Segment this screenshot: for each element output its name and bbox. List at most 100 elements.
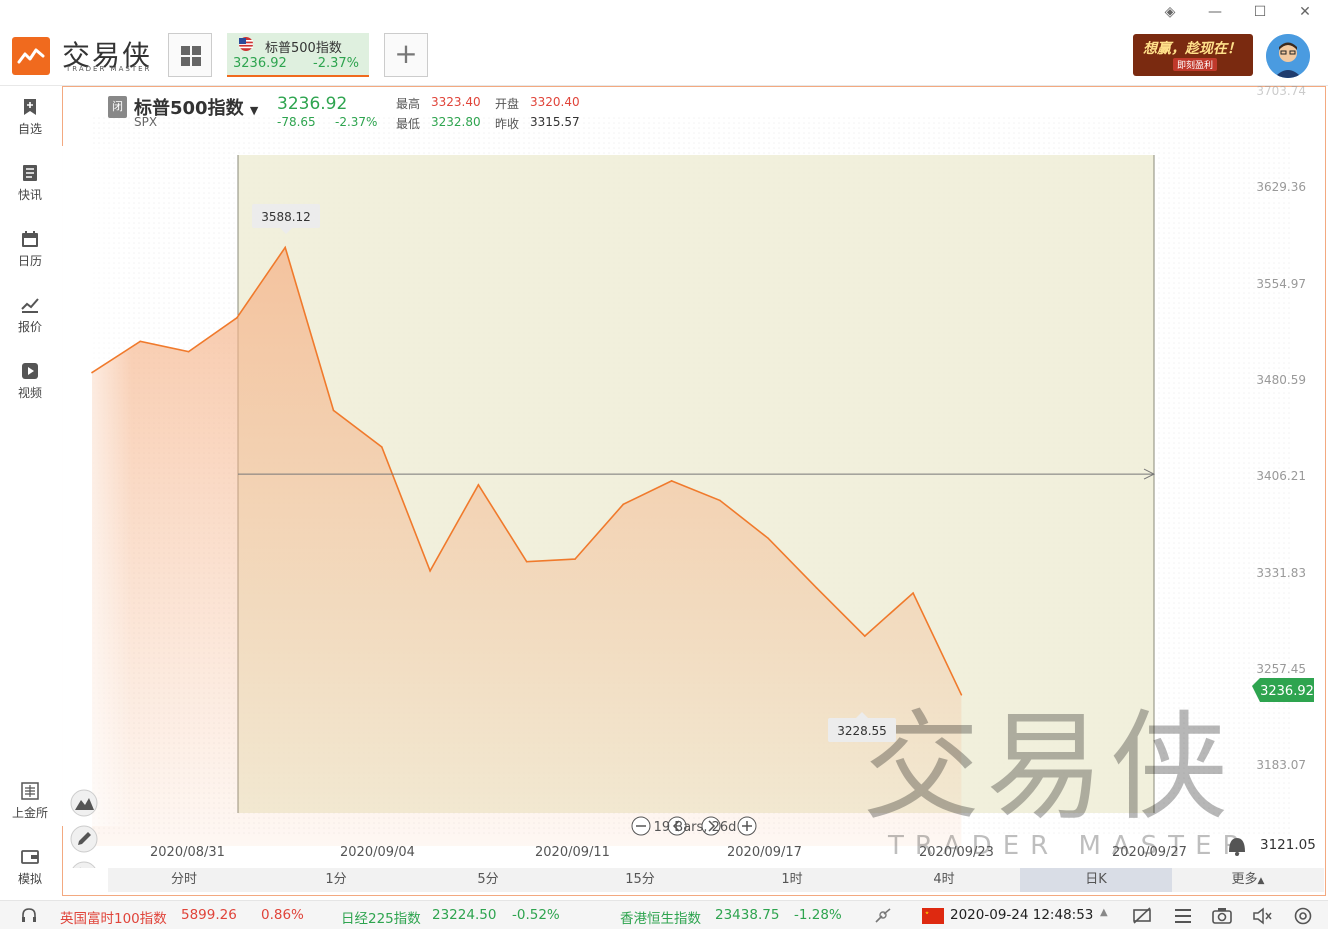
us-flag-icon bbox=[239, 37, 253, 51]
y-tick: 3703.74 bbox=[1256, 84, 1306, 98]
data-point bbox=[525, 560, 528, 563]
symbol-change: -78.65 bbox=[277, 115, 316, 129]
tab-timeframe-tick[interactable]: 分时 bbox=[108, 868, 260, 892]
low-value: 3232.80 bbox=[431, 115, 481, 129]
skin-icon[interactable]: ◈ bbox=[1160, 4, 1180, 20]
tab-spx-change: -2.37% bbox=[313, 56, 359, 71]
mountain-chart-icon[interactable] bbox=[70, 789, 98, 817]
x-tick: 2020/08/31 bbox=[150, 845, 225, 860]
timeframe-bar: 分时 1分 5分 15分 1时 4时 日K 更多▲ bbox=[108, 868, 1324, 892]
data-point bbox=[815, 587, 818, 589]
promo-title: 想赢，趁现在！ bbox=[1143, 41, 1241, 57]
data-point bbox=[912, 592, 914, 594]
market-ticker-bar: 英国富时100指数 5899.26 0.86% 日经225指数 23224.50… bbox=[0, 900, 1328, 929]
last-price-label: 3236.92 bbox=[1260, 684, 1314, 699]
trend-line-icon bbox=[21, 298, 39, 313]
tab-timeframe-4h[interactable]: 4时 bbox=[868, 868, 1020, 892]
indicator-icon[interactable] bbox=[71, 861, 97, 868]
open-label: 开盘 bbox=[495, 97, 520, 111]
settings-icon[interactable] bbox=[1293, 906, 1313, 926]
symbol-change-pct: -2.37% bbox=[335, 115, 378, 129]
mute-icon[interactable] bbox=[1252, 907, 1272, 925]
data-point bbox=[864, 635, 866, 637]
promo-subtitle: 即刻盈利 bbox=[1173, 58, 1218, 71]
ticker-price: 5899.26 bbox=[181, 907, 237, 923]
add-tab-button[interactable]: + bbox=[384, 33, 428, 77]
ticker-name[interactable]: 香港恒生指数 bbox=[620, 907, 701, 927]
user-avatar[interactable] bbox=[1266, 34, 1310, 78]
data-point bbox=[574, 558, 576, 560]
ticker-price: 23224.50 bbox=[432, 907, 497, 923]
calendar-icon bbox=[22, 231, 38, 247]
bars-count-label: 19 Bars, 26d bbox=[654, 820, 737, 835]
grid-icon bbox=[181, 46, 201, 66]
prev-close-label: 昨收 bbox=[495, 117, 520, 131]
data-point bbox=[284, 246, 286, 249]
sidebar-item-label: 报价 bbox=[17, 320, 42, 334]
sidebar-item-calendar[interactable]: 日历 bbox=[0, 230, 60, 269]
tab-timeframe-1h[interactable]: 1时 bbox=[716, 868, 868, 892]
screen-off-icon[interactable] bbox=[1132, 907, 1152, 925]
pencil-icon[interactable] bbox=[70, 825, 98, 853]
price-chart[interactable]: 交易侠 TRADER MASTER 3588.12 3228.55 3236.9… bbox=[62, 86, 1326, 868]
sidebar-item-label: 模拟 bbox=[17, 872, 42, 886]
sidebar-item-video[interactable]: 视频 bbox=[0, 362, 60, 401]
sidebar-item-label: 视频 bbox=[17, 386, 42, 400]
symbol-price: 3236.92 bbox=[277, 94, 348, 114]
tab-timeframe-more[interactable]: 更多▲ bbox=[1172, 868, 1324, 892]
tab-spx-price: 3236.92 bbox=[233, 56, 287, 71]
ticker-name[interactable]: 日经225指数 bbox=[341, 907, 421, 927]
x-tick: 2020/09/11 bbox=[535, 845, 610, 860]
data-point bbox=[139, 340, 142, 343]
last-price-badge: 3236.92 bbox=[1252, 678, 1314, 702]
layout-grid-button[interactable] bbox=[168, 33, 212, 77]
data-point bbox=[332, 409, 335, 412]
wallet-icon bbox=[21, 850, 39, 864]
sidebar-item-simulate[interactable]: 模拟 bbox=[0, 848, 60, 887]
close-icon[interactable]: ✕ bbox=[1295, 4, 1315, 20]
caret-up-icon[interactable]: ▲ bbox=[1100, 907, 1108, 918]
ticker-name[interactable]: 英国富时100指数 bbox=[60, 907, 167, 927]
ticker-pct: -0.52% bbox=[512, 907, 560, 923]
tab-timeframe-daily[interactable]: 日K bbox=[1020, 868, 1172, 892]
app-logo-subtitle: TRADER MASTER bbox=[66, 65, 152, 73]
left-fade bbox=[62, 146, 132, 826]
sidebar-item-sge[interactable]: 上金所 bbox=[0, 782, 60, 821]
more-label: 更多 bbox=[1231, 872, 1258, 887]
data-point bbox=[91, 371, 93, 374]
menu-icon[interactable] bbox=[1173, 907, 1193, 925]
tab-timeframe-15m[interactable]: 15分 bbox=[564, 868, 716, 892]
high-value: 3323.40 bbox=[431, 95, 481, 109]
sidebar-item-quotes[interactable]: 报价 bbox=[0, 296, 60, 335]
data-point bbox=[187, 350, 190, 353]
sidebar-item-watchlist[interactable]: 自选 bbox=[0, 98, 60, 137]
caret-up-icon: ▲ bbox=[1257, 876, 1265, 886]
x-tick: 2020/09/27 bbox=[1112, 845, 1187, 860]
connection-icon[interactable] bbox=[874, 908, 892, 924]
ticker-pct: -1.28% bbox=[794, 907, 842, 923]
y-tick: 3331.83 bbox=[1256, 566, 1306, 580]
data-point bbox=[670, 480, 673, 482]
sidebar-item-news[interactable]: 快讯 bbox=[0, 164, 60, 203]
data-point bbox=[381, 446, 383, 448]
sidebar-item-label: 上金所 bbox=[11, 806, 48, 820]
headset-icon[interactable] bbox=[20, 907, 38, 925]
current-datetime: 2020-09-24 12:48:53 bbox=[950, 907, 1094, 923]
min-label: 3228.55 bbox=[837, 724, 887, 738]
maximize-icon[interactable]: ☐ bbox=[1250, 4, 1270, 20]
ticker-price: 23438.75 bbox=[715, 907, 780, 923]
prev-close-value: 3315.57 bbox=[530, 115, 580, 129]
app-logo-icon bbox=[12, 37, 50, 75]
sidebar-item-label: 快讯 bbox=[17, 188, 42, 202]
bookmark-plus-icon bbox=[24, 99, 36, 115]
promo-banner[interactable]: 想赢，趁现在！ 即刻盈利 bbox=[1133, 34, 1253, 76]
tab-timeframe-5m[interactable]: 5分 bbox=[412, 868, 564, 892]
camera-icon[interactable] bbox=[1212, 907, 1232, 925]
tab-timeframe-1m[interactable]: 1分 bbox=[260, 868, 412, 892]
y-axis-bottom-value: 3121.05 bbox=[1260, 837, 1316, 853]
avatar-icon bbox=[1266, 34, 1310, 78]
tab-spx[interactable]: 标普500指数 3236.92 -2.37% bbox=[227, 33, 369, 77]
minimize-icon[interactable]: — bbox=[1205, 4, 1225, 20]
data-point bbox=[477, 483, 480, 486]
data-point bbox=[719, 499, 721, 502]
